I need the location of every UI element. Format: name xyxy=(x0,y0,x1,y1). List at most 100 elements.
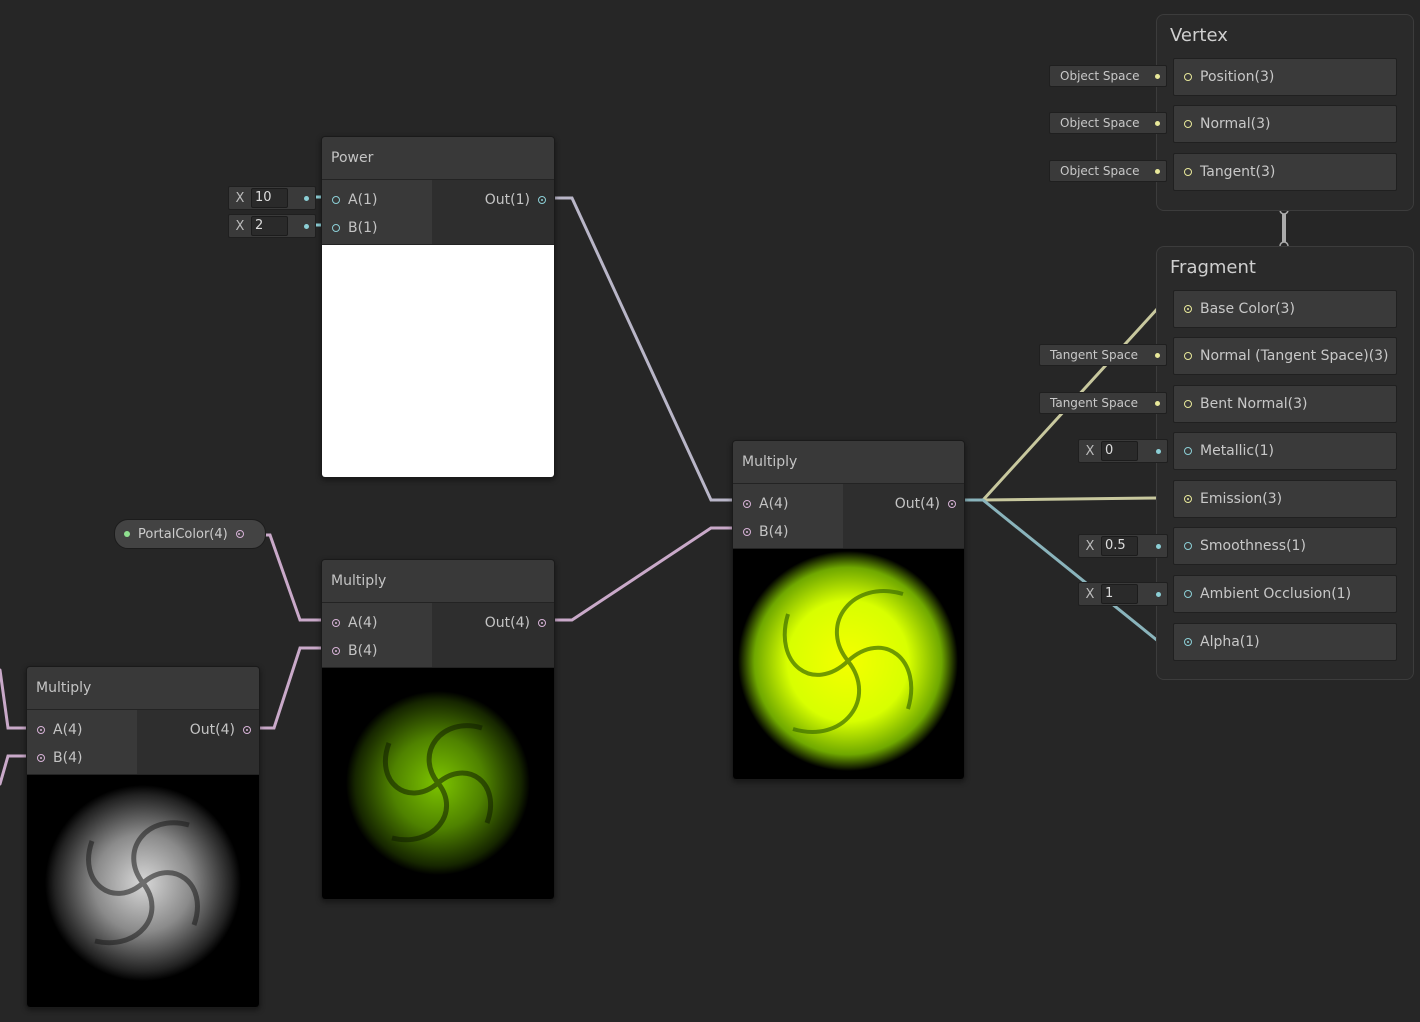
port-label: B(4) xyxy=(348,643,378,659)
block-normal[interactable]: Normal(3) xyxy=(1173,105,1397,143)
axis-label: X xyxy=(1085,586,1095,602)
fragment-context[interactable]: Fragment Base Color(3) Normal (Tangent S… xyxy=(1156,246,1414,680)
block-smoothness[interactable]: Smoothness(1) xyxy=(1173,527,1397,565)
value-input[interactable]: 0 xyxy=(1101,441,1138,461)
port-dot-icon[interactable] xyxy=(332,647,340,655)
multiply-mid-node[interactable]: Multiply A(4) B(4) Out(4) xyxy=(321,559,555,900)
block-position[interactable]: Position(3) xyxy=(1173,58,1397,96)
port-dot-icon[interactable] xyxy=(332,619,340,627)
port-dot-icon[interactable] xyxy=(235,530,244,538)
port-dot-icon[interactable] xyxy=(538,196,546,204)
value-input[interactable]: 2 xyxy=(251,216,288,236)
portal-color-property[interactable]: PortalColor(4) xyxy=(114,519,266,549)
input-port-b[interactable]: B(4) xyxy=(27,744,137,772)
position-space-field[interactable]: Object Space xyxy=(1049,65,1167,87)
normal-space-field[interactable]: Object Space xyxy=(1049,112,1167,134)
port-dot-icon[interactable] xyxy=(1184,590,1192,598)
block-base-color[interactable]: Base Color(3) xyxy=(1173,290,1397,328)
value-input[interactable]: 10 xyxy=(251,188,288,208)
port-dot-icon[interactable] xyxy=(1184,400,1192,408)
connector-icon xyxy=(1156,543,1161,549)
tangent-space-field[interactable]: Object Space xyxy=(1049,160,1167,182)
input-port-a[interactable]: A(4) xyxy=(27,716,137,744)
connector-icon xyxy=(1155,352,1160,358)
multiply-left-node[interactable]: Multiply A(4) B(4) Out(4) xyxy=(26,666,260,1008)
input-port-b[interactable]: B(4) xyxy=(322,637,432,665)
node-title: Multiply xyxy=(322,560,554,603)
swirl-preview-icon xyxy=(346,691,530,875)
smoothness-field[interactable]: X 0.5 xyxy=(1078,534,1168,558)
connector-icon xyxy=(1156,591,1161,597)
space-label: Object Space xyxy=(1060,116,1140,130)
wire-property-to-multiply xyxy=(244,533,332,622)
port-dot-icon[interactable] xyxy=(37,754,45,762)
port-dot-icon[interactable] xyxy=(332,224,340,232)
input-port-a[interactable]: A(4) xyxy=(322,609,432,637)
node-preview xyxy=(27,775,259,1007)
output-port[interactable]: Out(4) xyxy=(137,716,259,744)
port-dot-icon[interactable] xyxy=(1184,352,1192,360)
port-dot-icon[interactable] xyxy=(538,619,546,627)
block-label: Normal (Tangent Space)(3) xyxy=(1200,348,1389,364)
block-metallic[interactable]: Metallic(1) xyxy=(1173,432,1397,470)
block-label: Alpha(1) xyxy=(1200,634,1260,650)
block-label: Base Color(3) xyxy=(1200,301,1295,317)
input-port-a[interactable]: A(4) xyxy=(733,490,843,518)
power-node[interactable]: Power A(1) B(1) Out(1) xyxy=(321,136,555,478)
port-label: Out(1) xyxy=(484,192,530,208)
port-dot-icon[interactable] xyxy=(743,528,751,536)
output-port[interactable]: Out(4) xyxy=(843,490,964,518)
multiply-main-node[interactable]: Multiply A(4) B(4) Out(4) xyxy=(732,440,965,780)
port-dot-icon[interactable] xyxy=(243,726,251,734)
port-label: A(4) xyxy=(759,496,789,512)
input-port-b[interactable]: B(4) xyxy=(733,518,843,546)
block-ambient-occlusion[interactable]: Ambient Occlusion(1) xyxy=(1173,575,1397,613)
node-title: Multiply xyxy=(733,441,964,484)
vertex-context[interactable]: Vertex Position(3) Normal(3) Tangent(3) xyxy=(1156,14,1414,211)
port-dot-icon[interactable] xyxy=(1184,447,1192,455)
port-dot-icon[interactable] xyxy=(1184,120,1192,128)
value-input[interactable]: 0.5 xyxy=(1101,536,1138,556)
input-port-b[interactable]: B(1) xyxy=(322,214,432,242)
block-alpha[interactable]: Alpha(1) xyxy=(1173,623,1397,661)
connector-icon xyxy=(1155,400,1160,406)
block-label: Emission(3) xyxy=(1200,491,1283,507)
block-bent-normal[interactable]: Bent Normal(3) xyxy=(1173,385,1397,423)
block-emission[interactable]: Emission(3) xyxy=(1173,480,1397,518)
block-label: Bent Normal(3) xyxy=(1200,396,1308,412)
block-label: Tangent(3) xyxy=(1200,164,1276,180)
port-dot-icon[interactable] xyxy=(948,500,956,508)
port-dot-icon[interactable] xyxy=(1184,638,1192,646)
output-port[interactable]: Out(1) xyxy=(432,186,554,214)
port-dot-icon[interactable] xyxy=(1184,305,1192,313)
node-title: Power xyxy=(322,137,554,180)
wire-to-emission xyxy=(953,496,1180,502)
input-port-a[interactable]: A(1) xyxy=(322,186,432,214)
output-port[interactable]: Out(4) xyxy=(432,609,554,637)
port-label: B(1) xyxy=(348,220,378,236)
port-dot-icon[interactable] xyxy=(1184,73,1192,81)
port-label: A(1) xyxy=(348,192,378,208)
bent-normal-space-field[interactable]: Tangent Space xyxy=(1039,392,1167,414)
block-tangent[interactable]: Tangent(3) xyxy=(1173,153,1397,191)
block-label: Smoothness(1) xyxy=(1200,538,1306,554)
node-preview xyxy=(322,668,554,899)
port-label: B(4) xyxy=(759,524,789,540)
swirl-preview-icon xyxy=(738,551,958,771)
axis-label: X xyxy=(235,218,245,234)
port-dot-icon[interactable] xyxy=(37,726,45,734)
port-label: Out(4) xyxy=(894,496,940,512)
value-input[interactable]: 1 xyxy=(1101,584,1138,604)
port-dot-icon[interactable] xyxy=(743,500,751,508)
port-dot-icon[interactable] xyxy=(332,196,340,204)
space-label: Tangent Space xyxy=(1050,396,1138,410)
power-a-field[interactable]: X 10 xyxy=(228,186,316,210)
power-b-field[interactable]: X 2 xyxy=(228,214,316,238)
port-dot-icon[interactable] xyxy=(1184,168,1192,176)
port-dot-icon[interactable] xyxy=(1184,495,1192,503)
metallic-field[interactable]: X 0 xyxy=(1078,439,1168,463)
block-normal-tangent[interactable]: Normal (Tangent Space)(3) xyxy=(1173,337,1397,375)
port-dot-icon[interactable] xyxy=(1184,542,1192,550)
normal-tangent-space-field[interactable]: Tangent Space xyxy=(1039,344,1167,366)
ambient-occlusion-field[interactable]: X 1 xyxy=(1078,582,1168,606)
